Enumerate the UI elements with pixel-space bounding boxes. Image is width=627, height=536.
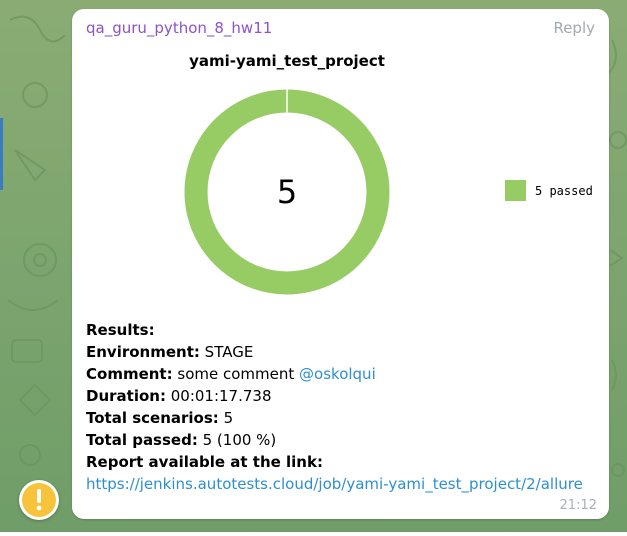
total-passed-row: Total passed: 5 (100 %) <box>86 429 606 451</box>
total-passed-value: 5 (100 %) <box>202 431 277 449</box>
results-heading: Results: <box>86 321 155 339</box>
comment-label: Comment: <box>86 365 173 383</box>
warning-icon <box>22 483 56 517</box>
duration-row: Duration: 00:01:17.738 <box>86 385 606 407</box>
message-bubble[interactable]: qa_guru_python_8_hw11 Reply yami-yami_te… <box>72 9 609 519</box>
report-label: Report available at the link: <box>86 453 323 471</box>
duration-value: 00:01:17.738 <box>170 387 272 405</box>
legend-label: 5 passed <box>535 184 593 198</box>
chart-title: yami-yami_test_project <box>189 52 385 70</box>
results-block: Results: Environment: STAGE Comment: som… <box>86 319 606 495</box>
total-scenarios-label: Total scenarios: <box>86 409 219 427</box>
total-scenarios-value: 5 <box>223 409 234 427</box>
legend-swatch <box>505 180 526 201</box>
donut-chart: yami-yami_test_project 5 5 passed <box>184 52 593 295</box>
chart-center-value: 5 <box>277 173 297 211</box>
warning-button[interactable] <box>19 480 59 520</box>
bottom-edge <box>0 532 627 536</box>
report-link[interactable]: https://jenkins.autotests.cloud/job/yami… <box>86 475 583 493</box>
mention-link[interactable]: @oskolqui <box>299 365 376 383</box>
report-label-row: Report available at the link: <box>86 451 606 473</box>
environment-row: Environment: STAGE <box>86 341 606 363</box>
comment-value: some comment <box>177 365 295 383</box>
total-scenarios-row: Total scenarios: 5 <box>86 407 606 429</box>
sender-name[interactable]: qa_guru_python_8_hw11 <box>86 19 272 37</box>
total-passed-label: Total passed: <box>86 431 198 449</box>
window-edge <box>0 118 3 190</box>
comment-row: Comment: some comment @oskolqui <box>86 363 606 385</box>
environment-label: Environment: <box>86 343 200 361</box>
report-link-row: https://jenkins.autotests.cloud/job/yami… <box>86 473 606 495</box>
environment-value: STAGE <box>204 343 254 361</box>
duration-label: Duration: <box>86 387 166 405</box>
message-time: 21:12 <box>559 498 597 513</box>
reply-button[interactable]: Reply <box>553 19 595 37</box>
chart-legend: 5 passed <box>505 180 593 201</box>
